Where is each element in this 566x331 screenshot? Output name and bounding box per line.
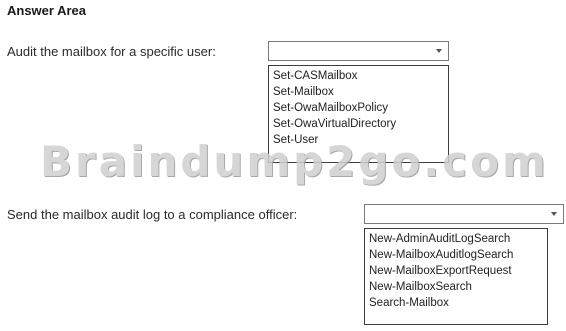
chevron-down-icon[interactable] bbox=[436, 49, 442, 53]
question-1-label: Audit the mailbox for a specific user: bbox=[7, 44, 216, 59]
question-1-option-set-casmailbox[interactable]: Set-CASMailbox bbox=[273, 68, 444, 84]
question-2-options-list[interactable]: New-AdminAuditLogSearch New-MailboxAudit… bbox=[364, 228, 548, 325]
question-1-option-set-user[interactable]: Set-User bbox=[273, 132, 444, 148]
chevron-down-icon[interactable] bbox=[551, 212, 557, 216]
question-1-option-set-owamailboxpolicy[interactable]: Set-OwaMailboxPolicy bbox=[273, 100, 444, 116]
question-2-option-new-adminauditlogsearch[interactable]: New-AdminAuditLogSearch bbox=[369, 231, 543, 247]
question-1-option-set-owavirtualdirectory[interactable]: Set-OwaVirtualDirectory bbox=[273, 116, 444, 132]
question-2-option-new-mailboxauditlogsearch[interactable]: New-MailboxAuditlogSearch bbox=[369, 247, 543, 263]
question-2-option-new-mailboxexportrequest[interactable]: New-MailboxExportRequest bbox=[369, 263, 543, 279]
question-2-dropdown[interactable] bbox=[364, 204, 564, 224]
question-1-option-set-mailbox[interactable]: Set-Mailbox bbox=[273, 84, 444, 100]
question-1-dropdown[interactable] bbox=[268, 41, 449, 61]
question-2-label: Send the mailbox audit log to a complian… bbox=[7, 207, 298, 222]
question-2-option-search-mailbox[interactable]: Search-Mailbox bbox=[369, 295, 543, 311]
question-1-options-list[interactable]: Set-CASMailbox Set-Mailbox Set-OwaMailbo… bbox=[268, 65, 449, 163]
answer-area-heading: Answer Area bbox=[7, 3, 86, 18]
question-2-option-new-mailboxsearch[interactable]: New-MailboxSearch bbox=[369, 279, 543, 295]
